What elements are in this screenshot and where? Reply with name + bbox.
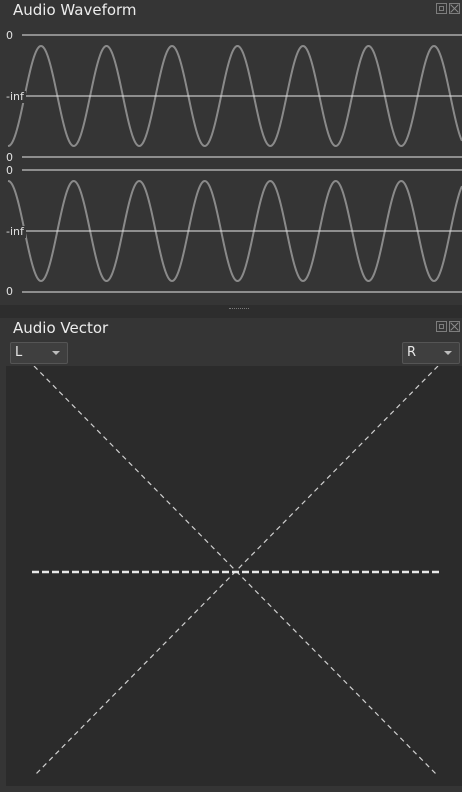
audio-waveform-panel: Audio Waveform 0 -inf 0 0 -inf 0 [0,0,462,305]
left-channel-value: L [15,345,23,360]
close-icon[interactable] [449,321,460,332]
chevron-down-icon [52,351,60,355]
chevron-down-icon [444,351,452,355]
panel-splitter[interactable] [229,308,249,312]
channel-2-bottom-label: 0 [6,285,15,298]
left-channel-select[interactable]: L [10,342,68,364]
channel-1-bottom-label: 0 [6,151,15,164]
panel-controls [436,321,460,334]
vectorscope-display [6,366,462,786]
channel-1-top-label: 0 [6,29,15,42]
right-channel-value: R [407,345,417,360]
waveform-display [7,34,462,293]
channel-2-top-label: 0 [6,164,15,177]
float-icon[interactable] [436,321,447,332]
channel-2-mid-label: -inf [6,225,26,238]
channel-1-mid-label: -inf [6,90,26,103]
panel-title: Audio Vector [13,319,109,337]
right-channel-select[interactable]: R [402,342,460,364]
